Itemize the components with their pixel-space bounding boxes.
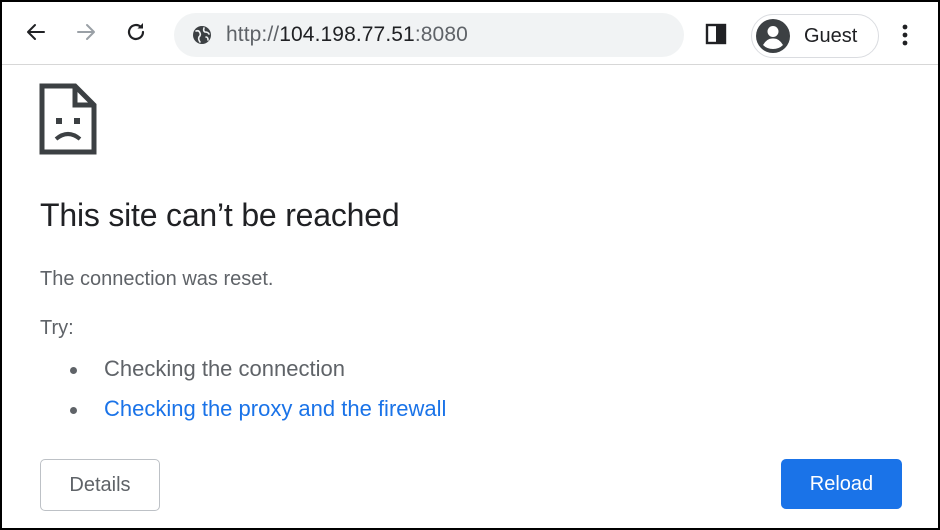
url-port: :8080 bbox=[414, 23, 468, 46]
suggestion-check-proxy-link[interactable]: Checking the proxy and the firewall bbox=[66, 389, 446, 429]
three-dot-menu-icon[interactable] bbox=[894, 20, 916, 50]
suggestion-list: Checking the connection Checking the pro… bbox=[66, 349, 446, 429]
refresh-icon bbox=[127, 23, 145, 41]
try-label: Try: bbox=[40, 317, 74, 339]
profile-button[interactable]: Guest bbox=[751, 14, 879, 58]
error-page: This site can’t be reached The connectio… bbox=[2, 65, 938, 528]
details-button[interactable]: Details bbox=[40, 459, 160, 511]
address-bar[interactable]: http://104.198.77.51:8080 bbox=[174, 13, 684, 57]
url-scheme: http:// bbox=[226, 23, 280, 46]
error-message: The connection was reset. bbox=[40, 268, 274, 290]
profile-label: Guest bbox=[804, 25, 858, 47]
back-button[interactable] bbox=[20, 16, 52, 48]
browser-toolbar: http://104.198.77.51:8080 Guest bbox=[2, 2, 938, 65]
reload-toolbar-button[interactable] bbox=[120, 16, 152, 48]
side-panel-icon[interactable] bbox=[705, 23, 727, 45]
forward-button[interactable] bbox=[70, 16, 102, 48]
globe-icon[interactable] bbox=[192, 25, 212, 45]
sad-document-icon bbox=[39, 83, 97, 155]
arrow-left-icon bbox=[27, 24, 45, 40]
url-text[interactable]: http://104.198.77.51:8080 bbox=[226, 24, 468, 46]
person-avatar-icon bbox=[756, 19, 790, 53]
error-title: This site can’t be reached bbox=[40, 197, 400, 233]
arrow-right-icon bbox=[77, 24, 95, 40]
url-host: 104.198.77.51 bbox=[279, 23, 415, 46]
reload-button[interactable]: Reload bbox=[781, 459, 902, 509]
suggestion-check-connection: Checking the connection bbox=[66, 349, 446, 389]
browser-window: http://104.198.77.51:8080 Guest This sit… bbox=[0, 0, 940, 530]
